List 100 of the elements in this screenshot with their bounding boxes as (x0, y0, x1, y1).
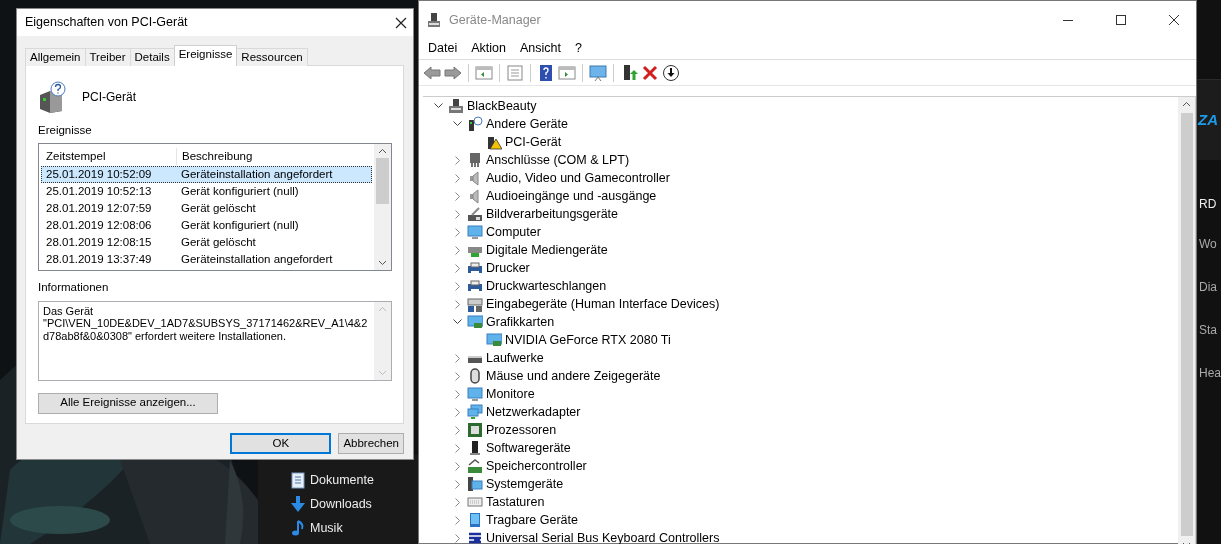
tree-item[interactable]: Prozessoren (486, 420, 557, 440)
tree-item[interactable]: Systemgeräte (486, 474, 564, 494)
column-header[interactable]: Beschreibung (176, 147, 372, 165)
device-icon (467, 440, 483, 456)
tree-item[interactable]: Tragbare Geräte (486, 510, 578, 530)
chevron-right-icon[interactable] (454, 227, 461, 237)
tablet-icon (467, 512, 483, 528)
monitor-icon (467, 224, 483, 240)
menu-item[interactable]: Dia (1197, 278, 1221, 299)
monitor-search-icon[interactable] (589, 63, 607, 82)
printer-icon (467, 278, 483, 294)
tab[interactable]: Ressourcen (236, 48, 308, 66)
chevron-right-icon[interactable] (454, 173, 461, 183)
display-adapter-icon (467, 314, 483, 330)
ok-button[interactable]: OK (230, 433, 332, 454)
printer-icon (467, 260, 483, 276)
sidebar-item[interactable]: Musik (290, 519, 418, 537)
chevron-right-icon[interactable] (454, 155, 461, 165)
tree-item[interactable]: BlackBeauty (467, 97, 537, 116)
menu-item[interactable]: Sta (1197, 321, 1221, 342)
cancel-button[interactable]: Abbrechen (338, 433, 404, 454)
tree-item[interactable]: Grafikkarten (486, 312, 555, 332)
chevron-right-icon[interactable] (454, 245, 461, 255)
tree-item[interactable]: Drucker (486, 258, 530, 278)
chevron-down-icon[interactable] (453, 121, 462, 127)
all-events-button[interactable]: Alle Ereignisse anzeigen... (38, 392, 218, 414)
tree-item[interactable]: Audioeingänge und -ausgänge (486, 186, 657, 206)
unknown-device-icon (467, 116, 483, 132)
maximize-icon[interactable] (1115, 15, 1126, 25)
chevron-right-icon[interactable] (454, 389, 461, 399)
tree-item[interactable]: NVIDIA GeForce RTX 2080 Ti (505, 330, 671, 350)
tree-item[interactable]: Computer (486, 222, 541, 242)
scrollbar[interactable] (1178, 97, 1195, 544)
chevron-right-icon[interactable] (454, 407, 461, 417)
tree-item[interactable]: Eingabegeräte (Human Interface Devices) (486, 294, 720, 314)
sidebar-item[interactable]: Downloads (290, 495, 418, 513)
menu-item[interactable]: Aktion (464, 38, 513, 58)
tree-item[interactable]: PCI-Gerät (505, 132, 562, 152)
tree-item[interactable]: Andere Geräte (486, 114, 568, 134)
download-circle-icon[interactable] (662, 63, 680, 82)
tree-item[interactable]: Netzwerkadapter (486, 402, 581, 422)
column-header[interactable]: Zeitstempel (41, 147, 176, 165)
tree-item[interactable]: Softwaregeräte (486, 438, 571, 458)
list-row[interactable]: 28.01.2019 13:37:49 Geräteinstallation angefordert (41, 251, 372, 269)
sidebar-item[interactable]: Dokumente (290, 471, 418, 489)
display-adapter-icon (486, 332, 502, 348)
tab[interactable]: Treiber (84, 48, 131, 66)
back-arrow-icon[interactable] (423, 63, 441, 82)
delete-icon[interactable] (641, 63, 659, 82)
tree-item[interactable]: Audio, Video und Gamecontroller (486, 168, 670, 188)
chevron-right-icon[interactable] (454, 461, 461, 471)
chevron-right-icon[interactable] (454, 299, 461, 309)
tree-view-icon[interactable] (475, 63, 493, 82)
tree-item[interactable]: Druckwarteschlangen (486, 276, 607, 296)
list-row[interactable]: 25.01.2019 10:52:13 Gerät konfiguriert (null) (41, 183, 372, 201)
list-row[interactable]: 28.01.2019 12:08:06 Gerät konfiguriert (null) (41, 217, 372, 235)
menu-item[interactable]: Wo (1197, 235, 1221, 256)
close-icon[interactable] (395, 16, 407, 29)
chevron-right-icon[interactable] (454, 371, 461, 381)
chevron-right-icon[interactable] (454, 263, 461, 273)
chevron-down-icon[interactable] (453, 319, 462, 325)
tab[interactable]: Allgemein (25, 48, 86, 66)
list-row[interactable]: 25.01.2019 10:52:09 Geräteinstallation angefordert (41, 166, 372, 184)
info-text-box: Das Gerät "PCI\VEN_10DE&DEV_1AD7&SUBSYS_37171462&REV_A1\4&2d78ab8f&0&0308" erfordert weitere Installationen. (38, 300, 392, 381)
warning-device-icon (486, 134, 502, 150)
menu-item[interactable]: ? (567, 38, 589, 58)
forward-arrow-icon[interactable] (444, 63, 462, 82)
menu-item[interactable]: Hea (1197, 364, 1221, 385)
chevron-down-icon[interactable] (434, 103, 443, 109)
tree-item[interactable]: Laufwerke (486, 348, 544, 368)
menu-item[interactable]: Datei (421, 38, 465, 58)
chevron-right-icon[interactable] (454, 209, 461, 219)
list-row[interactable]: 28.01.2019 12:07:59 Gerät gelöscht (41, 200, 372, 218)
tab[interactable]: Ereignisse (173, 45, 238, 66)
scrollbar[interactable] (374, 144, 391, 271)
chevron-right-icon[interactable] (454, 281, 461, 291)
chevron-right-icon[interactable] (454, 353, 461, 363)
chevron-right-icon[interactable] (454, 497, 461, 507)
chevron-right-icon[interactable] (454, 533, 461, 543)
network-adapter-icon (467, 404, 483, 420)
chevron-right-icon[interactable] (454, 425, 461, 435)
download-arrow-icon (290, 495, 306, 513)
tree-item[interactable]: Universal Serial Bus Keyboard Controllers (486, 528, 720, 544)
help-icon[interactable] (537, 63, 555, 82)
tree-item[interactable]: Bildverarbeitungsgeräte (486, 204, 619, 224)
chevron-right-icon[interactable] (454, 443, 461, 453)
tree-item[interactable]: Tastaturen (486, 492, 545, 512)
tree-item[interactable]: Digitale Mediengeräte (486, 240, 608, 260)
document-icon (290, 471, 306, 489)
tree-item[interactable]: Speichercontroller (486, 456, 587, 476)
chevron-right-icon[interactable] (454, 191, 461, 201)
chevron-right-icon[interactable] (454, 515, 461, 525)
list-row[interactable]: 28.01.2019 12:08:15 Gerät gelöscht (41, 234, 372, 252)
tree-item[interactable]: Monitore (486, 384, 535, 404)
tree-item[interactable]: Anschlüsse (COM & LPT) (486, 150, 630, 170)
chevron-right-icon[interactable] (454, 479, 461, 489)
tree-item[interactable]: Mäuse und andere Zeigegeräte (486, 366, 661, 386)
close-icon[interactable] (1168, 15, 1179, 25)
tab[interactable]: Details (129, 48, 175, 66)
menu-item[interactable]: Ansicht (512, 38, 568, 58)
